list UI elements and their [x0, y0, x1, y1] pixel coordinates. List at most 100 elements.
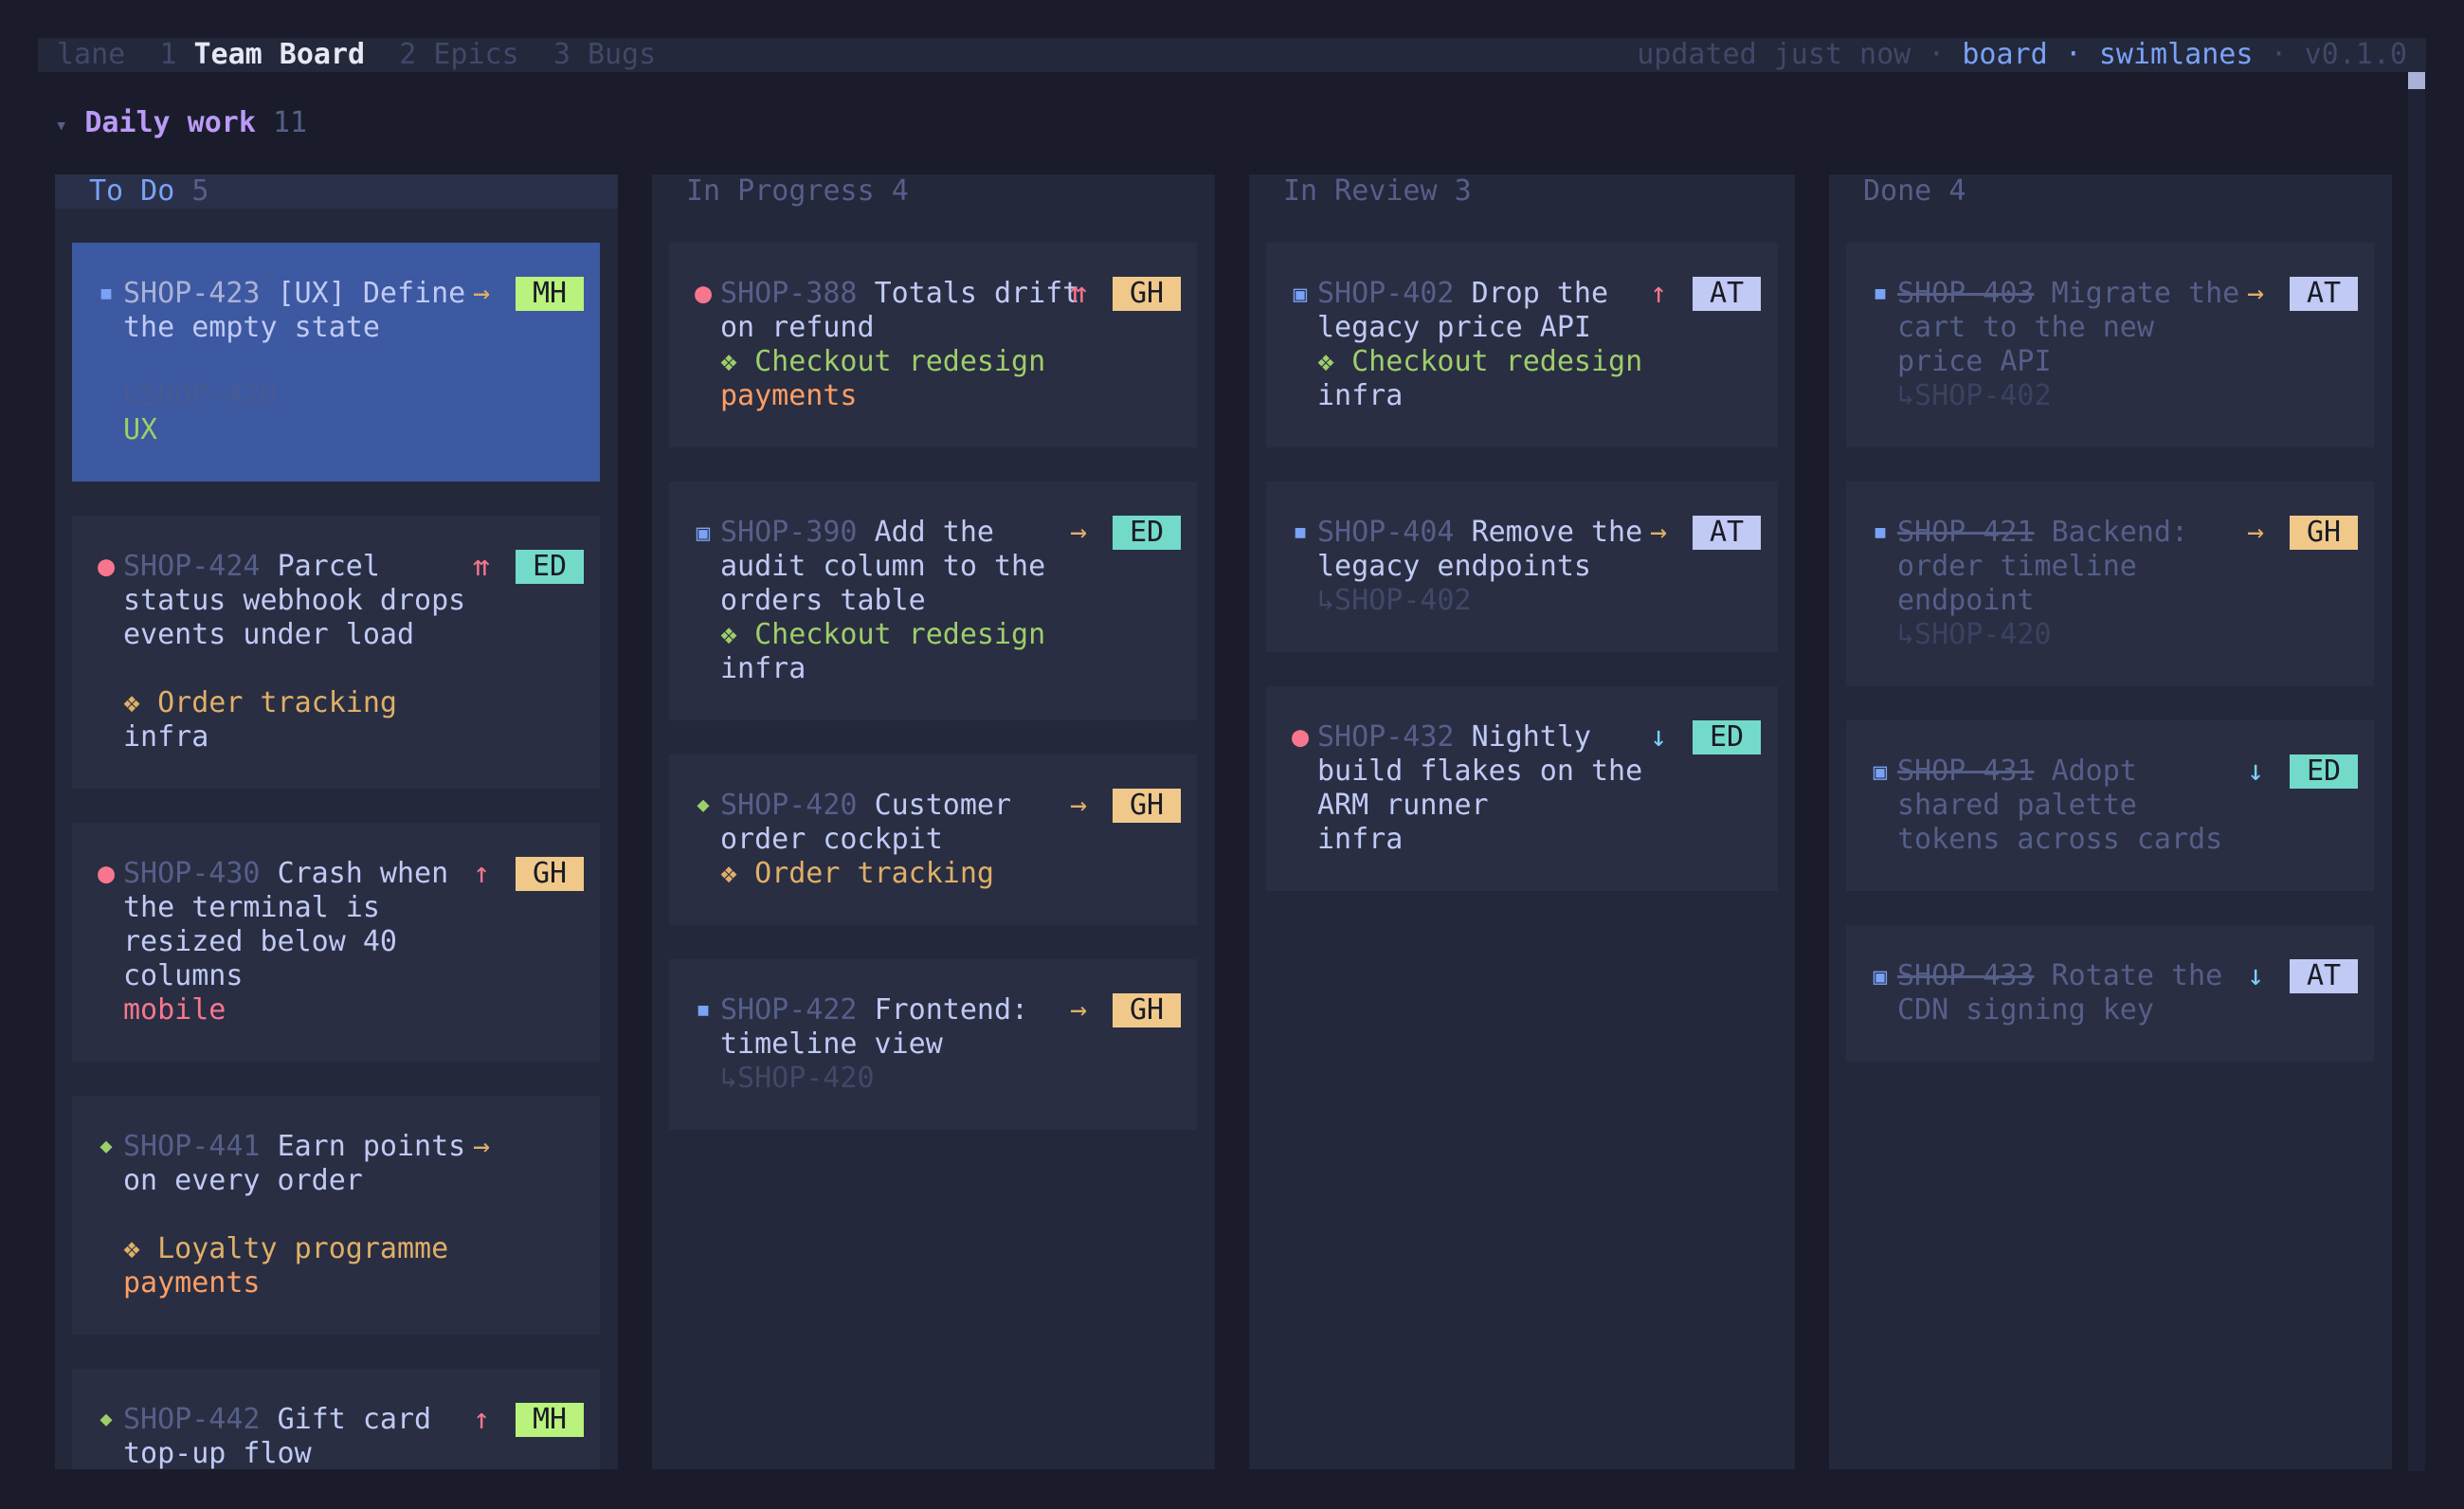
card-title-line: legacy endpoints	[1317, 550, 1591, 583]
task-icon: ■	[1875, 283, 1886, 303]
card-shop-402[interactable]: ▣ SHOP-402 Drop the ↑ AT legacy price API ❖…	[1266, 243, 1778, 447]
priority-medium-icon: →	[1069, 789, 1088, 822]
column-header[interactable]: Done 4	[1863, 174, 1966, 209]
card-shop-422[interactable]: ■ SHOP-422 Frontend: → GH timeline view ↳SH…	[669, 959, 1197, 1130]
card-title: Add the	[874, 516, 994, 549]
card-shop-390[interactable]: ▣ SHOP-390 Add the → ED audit column to the…	[669, 482, 1197, 720]
column-done: Done 4 ■ SHOP-403 Migrate the → AT cart to …	[1829, 174, 2392, 1469]
card-title: [UX] Define	[277, 277, 466, 310]
card-title-line: on refund	[720, 311, 875, 344]
card-shop-404[interactable]: ■ SHOP-404 Remove the → AT legacy endpoints…	[1266, 482, 1778, 652]
assignee-badge: AT	[1693, 277, 1761, 311]
card-title: Earn points	[277, 1130, 466, 1163]
card-title-line: build flakes on the	[1317, 754, 1643, 788]
card-title-line: timeline view	[720, 1027, 943, 1061]
card-title-line: shared palette	[1897, 789, 2137, 822]
card-key: SHOP-430	[123, 857, 261, 890]
card-title-line: audit column to the	[720, 550, 1046, 583]
version-label: v0.1.0	[2304, 38, 2407, 71]
assignee-badge: GH	[1113, 993, 1181, 1027]
assignee-badge: GH	[1113, 277, 1181, 311]
card-shop-432[interactable]: ● SHOP-432 Nightly ↓ ED build flakes on the…	[1266, 686, 1778, 891]
card-epic: ❖ Order tracking	[720, 857, 994, 890]
card-title-line: cart to the new	[1897, 311, 2154, 344]
card-label: UX	[123, 413, 158, 446]
view-board-toggle[interactable]: board	[1962, 38, 2047, 71]
card-shop-441[interactable]: ◆ SHOP-441 Earn points → on every order ❖ …	[72, 1096, 600, 1335]
card-title-line: status webhook drops	[123, 584, 466, 617]
card-title-line: price API	[1897, 345, 2052, 378]
parent-link[interactable]: ↳SHOP-402	[1317, 584, 1472, 618]
card-key: SHOP-388	[720, 277, 858, 310]
card-shop-430[interactable]: ● SHOP-430 Crash when ↑ GH the terminal is …	[72, 823, 600, 1062]
parent-link[interactable]: ↳SHOP-420	[720, 1062, 875, 1096]
card-shop-433[interactable]: ▣ SHOP-433 Rotate the ↓ AT CDN signing key	[1846, 925, 2374, 1062]
parent-link[interactable]: ↳SHOP-420	[123, 379, 278, 413]
card-title-line: ARM runner	[1317, 789, 1489, 822]
column-header[interactable]: In Review 3	[1283, 174, 1472, 209]
card-shop-403[interactable]: ■ SHOP-403 Migrate the → AT cart to the new…	[1846, 243, 2374, 447]
card-shop-388[interactable]: ● SHOP-388 Totals drift ⇈ GH on refund ❖ Ch…	[669, 243, 1197, 447]
task-icon: ■	[1875, 522, 1886, 542]
assignee-badge: GH	[516, 857, 584, 891]
card-key: SHOP-422	[720, 993, 858, 1027]
card-key: SHOP-431	[1897, 754, 2035, 788]
top-bar: lane 1 Team Board 2 Epics 3 Bugs updated…	[38, 38, 2426, 72]
priority-medium-icon: →	[1069, 993, 1088, 1027]
swimlane-header[interactable]: ▾ Daily work 11	[55, 106, 307, 143]
card-key: SHOP-421	[1897, 516, 2035, 549]
column-header[interactable]: In Progress 4	[686, 174, 909, 209]
card-label: infra	[1317, 379, 1404, 412]
card-shop-420[interactable]: ◆ SHOP-420 Customer → GH order cockpit ❖ Or…	[669, 754, 1197, 925]
card-shop-442[interactable]: ◆ SHOP-442 Gift card ↑ MH top-up flow	[72, 1369, 600, 1470]
priority-high-icon: ↑	[472, 1403, 491, 1436]
assignee-badge: GH	[2290, 516, 2358, 550]
assignee-badge: ED	[1113, 516, 1181, 550]
card-title-line: the terminal is	[123, 891, 380, 924]
priority-low-icon: ↓	[2246, 754, 2265, 788]
bug-icon: ●	[97, 857, 116, 890]
card-key: SHOP-403	[1897, 277, 2035, 310]
tab-bugs[interactable]: 3 Bugs	[553, 38, 656, 71]
view-swimlanes-toggle[interactable]: swimlanes	[2099, 38, 2254, 71]
card-key: SHOP-433	[1897, 959, 2035, 992]
scrollbar-thumb[interactable]	[2408, 72, 2425, 89]
subtask-icon: ▣	[696, 519, 711, 546]
tab-prefix: lane	[57, 38, 126, 71]
card-shop-424[interactable]: ● SHOP-424 Parcel ⇈ ED status webhook drops…	[72, 516, 600, 789]
parent-link[interactable]: ↳SHOP-420	[1897, 618, 2052, 652]
card-title-line: orders table	[720, 584, 926, 617]
story-icon: ◆	[100, 1408, 113, 1431]
card-key: SHOP-402	[1317, 277, 1455, 310]
collapse-triangle-icon[interactable]: ▾	[55, 114, 67, 137]
column-header[interactable]: To Do 5	[55, 174, 618, 209]
story-icon: ◆	[100, 1135, 113, 1158]
card-epic: ❖ Checkout redesign	[720, 345, 1046, 378]
card-shop-423[interactable]: ■ SHOP-423 [UX] Define → MH the empty state…	[72, 243, 600, 482]
update-status: updated just now	[1637, 38, 1911, 71]
priority-high-icon: ↑	[1649, 277, 1668, 310]
card-key: SHOP-424	[123, 550, 261, 583]
card-label: infra	[1317, 823, 1404, 856]
card-title: Migrate the	[2051, 277, 2240, 310]
tab-team-board[interactable]: 1 Team Board	[159, 38, 365, 71]
parent-link[interactable]: ↳SHOP-402	[1897, 379, 2052, 413]
scrollbar[interactable]	[2408, 72, 2425, 1471]
separator: ·	[1928, 38, 1946, 71]
card-label: infra	[123, 720, 209, 754]
priority-medium-icon: →	[1649, 516, 1668, 549]
card-shop-421[interactable]: ■ SHOP-421 Backend: → GH order timeline end…	[1846, 482, 2374, 686]
card-key: SHOP-390	[720, 516, 858, 549]
card-title: Rotate the	[2051, 959, 2223, 992]
priority-highest-icon: ⇈	[1069, 277, 1088, 310]
card-shop-431[interactable]: ▣ SHOP-431 Adopt ↓ ED shared palette tokens…	[1846, 720, 2374, 891]
card-title-line: columns	[123, 959, 244, 992]
card-title-line: order cockpit	[720, 823, 943, 856]
priority-highest-icon: ⇈	[472, 550, 491, 583]
card-epic: ❖ Loyalty programme	[123, 1232, 449, 1265]
card-title-line: top-up flow	[123, 1437, 312, 1470]
tab-epics[interactable]: 2 Epics	[399, 38, 518, 71]
tab-bar: lane 1 Team Board 2 Epics 3 Bugs	[57, 38, 656, 72]
card-title: Frontend:	[874, 993, 1029, 1027]
card-key: SHOP-432	[1317, 720, 1455, 754]
